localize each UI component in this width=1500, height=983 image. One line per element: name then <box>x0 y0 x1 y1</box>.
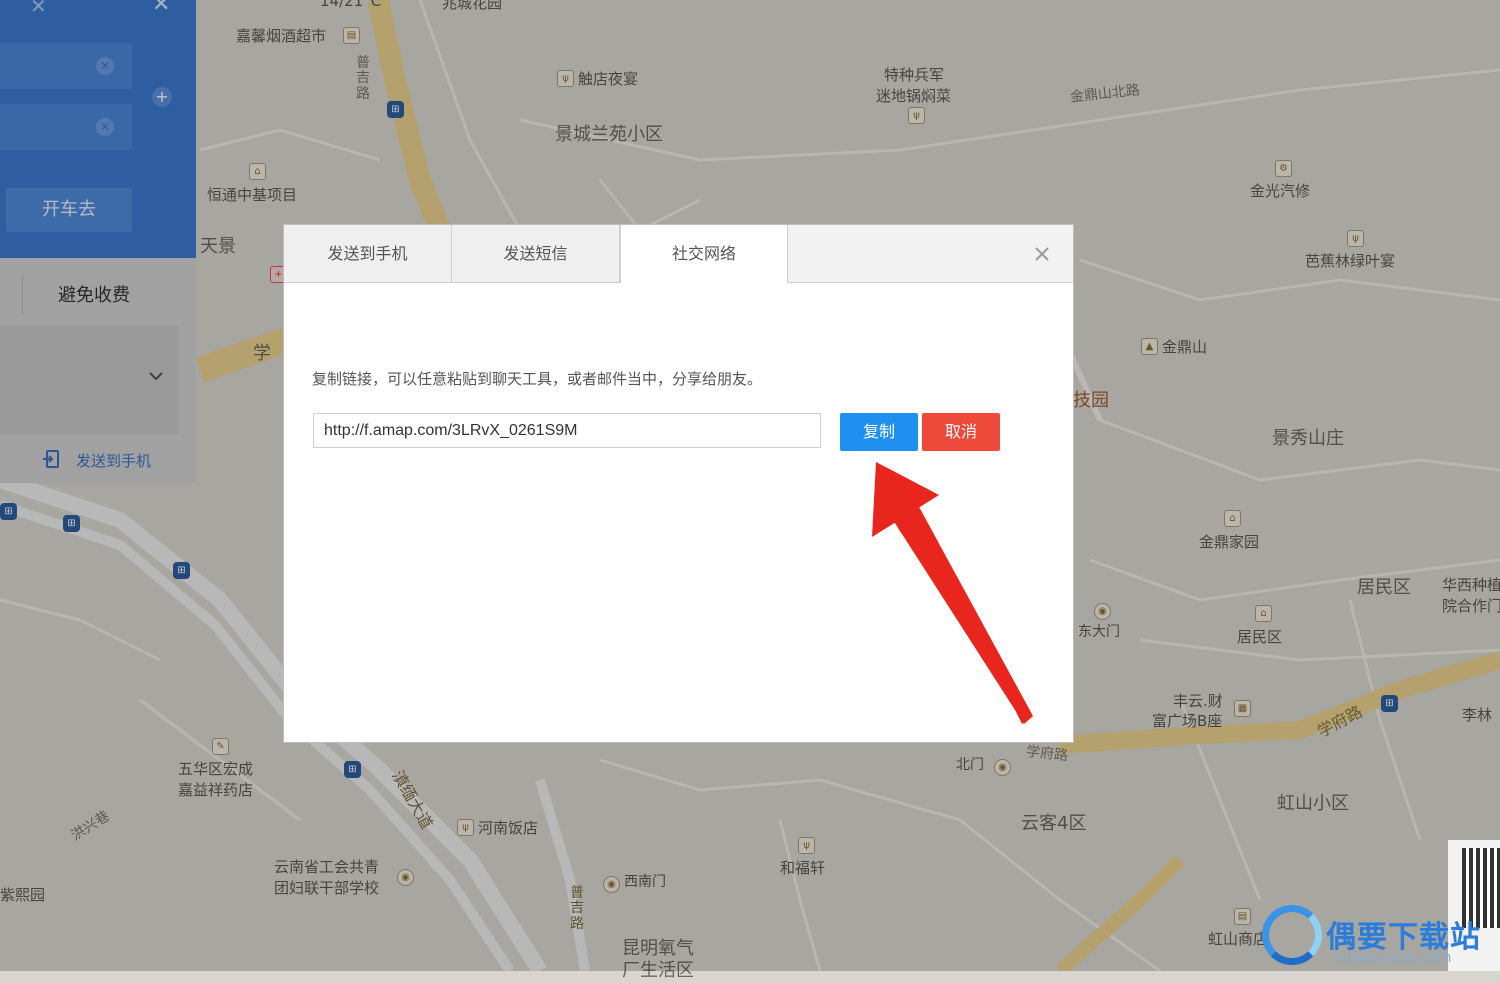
share-dialog: 发送到手机 发送短信 社交网络 复制链接，可以任意粘贴到聊天工具，或者邮件当中，… <box>284 225 1073 742</box>
watermark-logo <box>1262 905 1322 965</box>
share-description: 复制链接，可以任意粘贴到聊天工具，或者邮件当中，分享给朋友。 <box>312 370 763 388</box>
tab-send-to-phone[interactable]: 发送到手机 <box>284 225 452 282</box>
cancel-button[interactable]: 取消 <box>922 413 1000 451</box>
tab-send-sms[interactable]: 发送短信 <box>452 225 620 282</box>
copy-button[interactable]: 复制 <box>840 413 918 451</box>
tab-bar: 发送到手机 发送短信 社交网络 <box>284 225 1073 283</box>
close-icon[interactable] <box>1035 247 1049 261</box>
watermark-sub: ouyaoxiazai.com <box>1334 950 1452 966</box>
share-url-field[interactable]: http://f.amap.com/3LRvX_0261S9M <box>313 413 821 448</box>
tab-social-network[interactable]: 社交网络 <box>620 225 788 283</box>
